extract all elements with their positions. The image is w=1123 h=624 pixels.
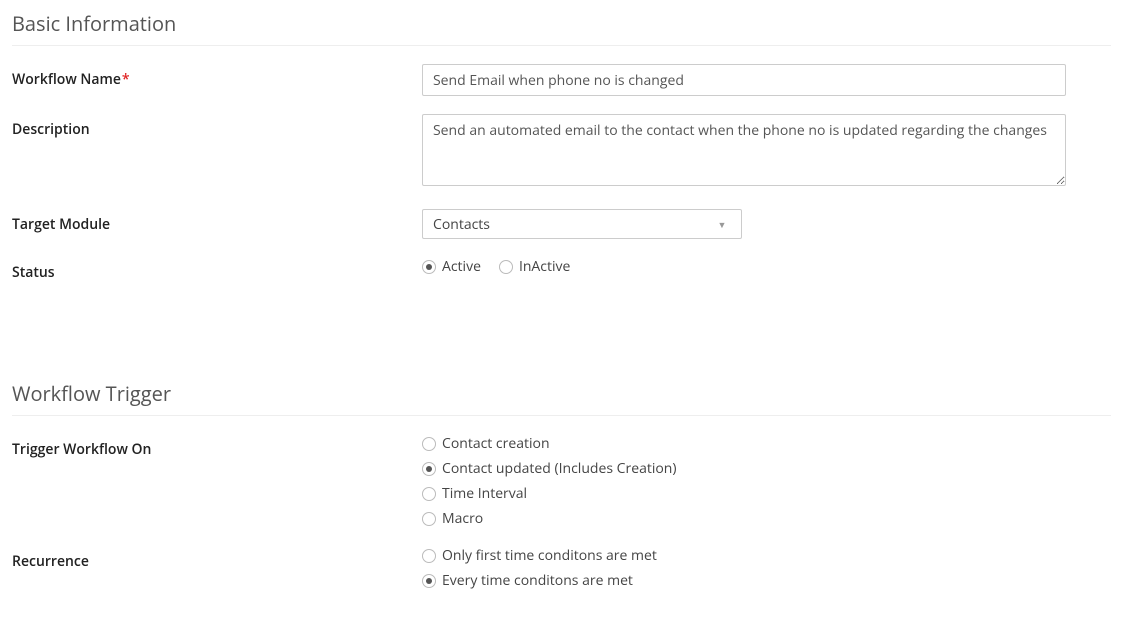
radio-icon — [422, 437, 436, 451]
status-label: Status — [12, 257, 422, 282]
radio-icon — [422, 462, 436, 476]
radio-icon — [422, 512, 436, 526]
status-inactive-label: InActive — [519, 257, 570, 276]
target-module-value: Contacts — [433, 215, 490, 234]
recurrence-every-label: Every time conditons are met — [442, 571, 633, 590]
status-inactive-radio[interactable]: InActive — [499, 257, 570, 276]
recurrence-first-radio[interactable]: Only first time conditons are met — [422, 546, 657, 565]
trigger-creation-label: Contact creation — [442, 434, 550, 453]
workflow-name-row: Workflow Name* — [12, 64, 1111, 96]
trigger-time-interval-label: Time Interval — [442, 484, 527, 503]
radio-icon — [422, 260, 436, 274]
trigger-macro-label: Macro — [442, 509, 483, 528]
radio-icon — [499, 260, 513, 274]
recurrence-row: Recurrence Only first time conditons are… — [12, 546, 1111, 590]
workflow-name-input[interactable] — [422, 64, 1066, 96]
required-asterisk: * — [122, 70, 130, 89]
status-active-label: Active — [442, 257, 481, 276]
target-module-select[interactable]: Contacts ▼ — [422, 209, 742, 239]
recurrence-every-radio[interactable]: Every time conditons are met — [422, 571, 657, 590]
trigger-time-interval-radio[interactable]: Time Interval — [422, 484, 677, 503]
recurrence-label: Recurrence — [12, 546, 422, 571]
description-textarea[interactable]: Send an automated email to the contact w… — [422, 114, 1066, 186]
radio-icon — [422, 574, 436, 588]
trigger-updated-radio[interactable]: Contact updated (Includes Creation) — [422, 459, 677, 478]
trigger-on-label: Trigger Workflow On — [12, 434, 422, 459]
workflow-name-label: Workflow Name* — [12, 64, 422, 89]
description-label: Description — [12, 114, 422, 139]
section-header-trigger: Workflow Trigger — [12, 380, 1111, 416]
description-row: Description Send an automated email to t… — [12, 114, 1111, 191]
status-row: Status Active InActive — [12, 257, 1111, 282]
chevron-down-icon: ▼ — [713, 215, 731, 233]
target-module-label: Target Module — [12, 209, 422, 234]
trigger-on-row: Trigger Workflow On Contact creation Con… — [12, 434, 1111, 528]
radio-icon — [422, 487, 436, 501]
trigger-creation-radio[interactable]: Contact creation — [422, 434, 677, 453]
status-active-radio[interactable]: Active — [422, 257, 481, 276]
recurrence-first-label: Only first time conditons are met — [442, 546, 657, 565]
trigger-macro-radio[interactable]: Macro — [422, 509, 677, 528]
radio-icon — [422, 549, 436, 563]
trigger-updated-label: Contact updated (Includes Creation) — [442, 459, 677, 478]
section-header-basic: Basic Information — [12, 10, 1111, 46]
target-module-row: Target Module Contacts ▼ — [12, 209, 1111, 239]
